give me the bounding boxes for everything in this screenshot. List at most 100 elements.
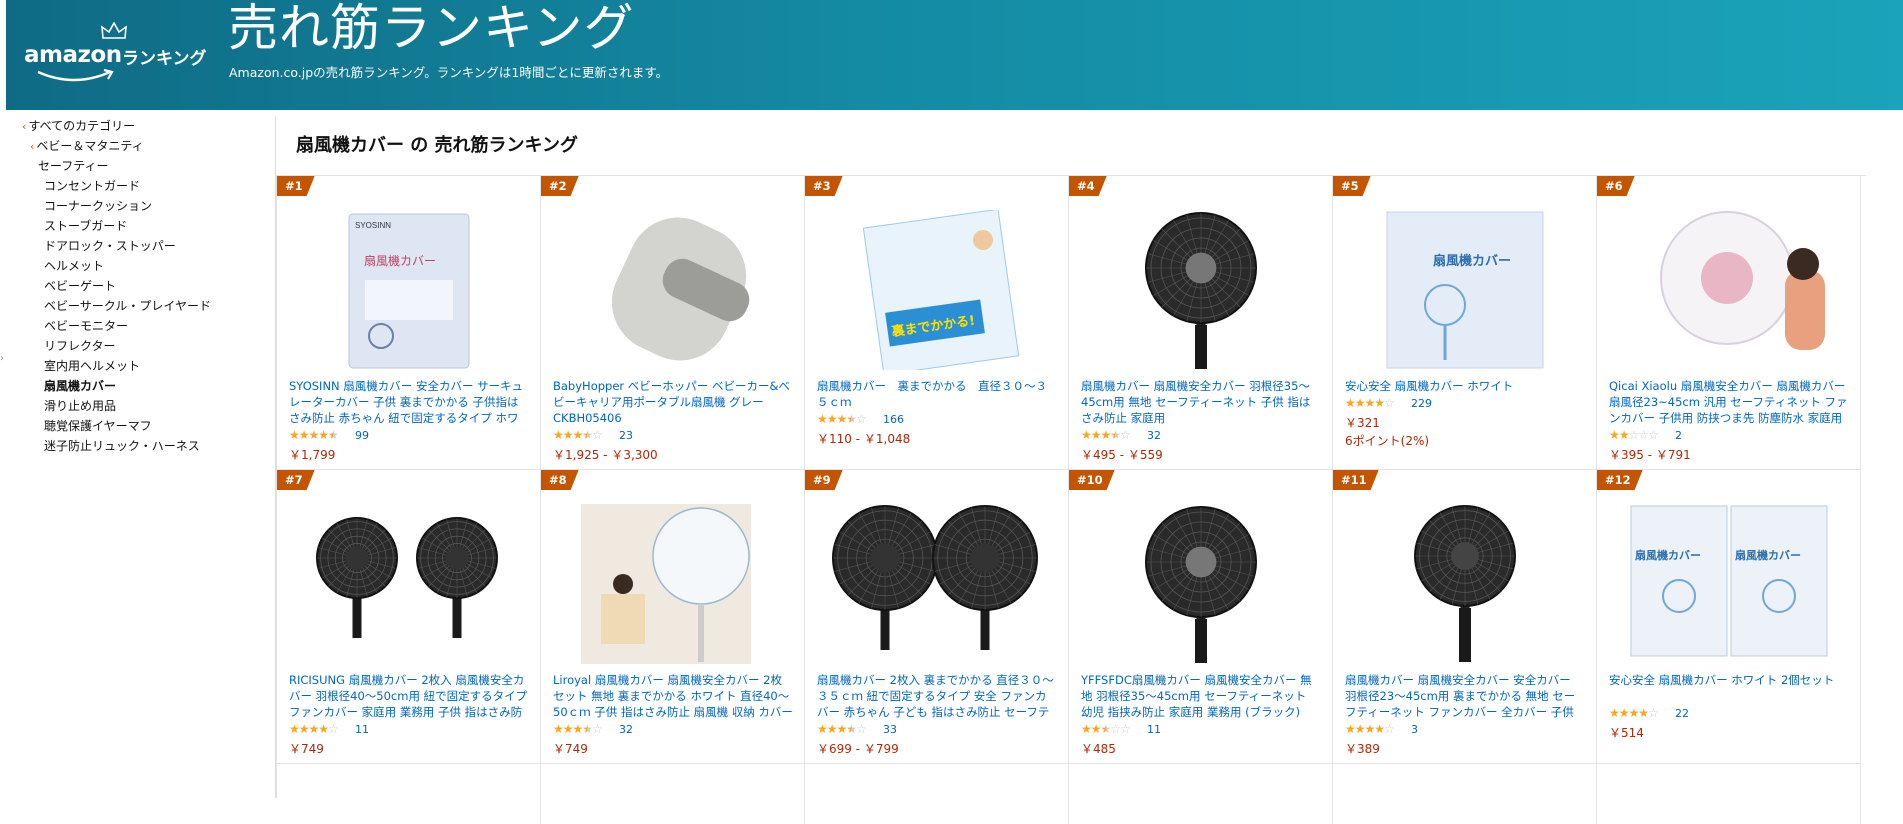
sidebar-category-item[interactable]: ヘルメット <box>22 256 272 276</box>
review-count-link[interactable]: 23 <box>619 429 633 442</box>
product-image[interactable] <box>1069 504 1333 664</box>
review-count-link[interactable]: 33 <box>883 723 897 736</box>
product-card[interactable]: #8 Liroyal 扇風機カバー 扇風機安全カバー 2枚セット 無地 裏までかか… <box>541 470 805 764</box>
rank-badge: #3 <box>805 176 843 196</box>
review-count-link[interactable]: 99 <box>355 429 369 442</box>
sidebar-category-item[interactable]: コンセントガード <box>22 176 272 196</box>
star-rating[interactable]: ★★★★☆ <box>1345 722 1395 736</box>
crown-icon <box>101 22 127 39</box>
product-card[interactable]: #10 YFFSFDC扇風機カバー 扇風機安全カバー 無地 羽根径35～45cm用… <box>1069 470 1333 764</box>
product-title-link[interactable]: SYOSINN 扇風機カバー 安全カバー サーキュレーターカバー 子供 裏までか… <box>289 378 529 426</box>
product-title-link[interactable]: 安心安全 扇風機カバー ホワイト 2個セット <box>1609 672 1849 688</box>
product-price: ￥321 <box>1345 416 1380 430</box>
product-card-partial[interactable] <box>1597 764 1861 824</box>
sidebar-category-item[interactable]: ‹ ベビー＆マタニティ <box>22 136 272 156</box>
sidebar-category-item[interactable]: セーフティー <box>22 156 272 176</box>
sidebar-category-label: すべてのカテゴリー <box>28 119 136 133</box>
sidebar-category-label: 室内用ヘルメット <box>44 359 141 373</box>
sidebar-category-item[interactable]: 室内用ヘルメット <box>22 356 272 376</box>
product-image[interactable] <box>277 504 541 664</box>
star-rating[interactable]: ★★★★☆ <box>289 722 339 736</box>
review-count-link[interactable]: 11 <box>355 723 369 736</box>
product-image[interactable]: 扇風機カバー 扇風機カバー <box>1597 504 1861 664</box>
star-rating[interactable]: ★★☆☆☆ <box>1609 428 1659 442</box>
product-price: ￥749 <box>289 742 324 756</box>
sidebar-category-item[interactable]: ベビーサークル・プレイヤード <box>22 296 272 316</box>
product-title-link[interactable]: Liroyal 扇風機カバー 扇風機安全カバー 2枚セット 無地 裏までかかる … <box>553 672 793 720</box>
rank-badge: #6 <box>1597 176 1635 196</box>
side-edge-arrow-icon[interactable]: › <box>0 353 4 364</box>
product-image[interactable] <box>541 504 805 664</box>
product-card[interactable]: #1 SYOSINN 扇風機カバー SYOSINN 扇風機カバー 安全カバー サーキュ… <box>277 176 541 470</box>
review-count-link[interactable]: 11 <box>1147 723 1161 736</box>
star-rating[interactable]: ★★★★☆ <box>1609 706 1659 720</box>
star-rating[interactable]: ★★★★☆ <box>1081 428 1131 442</box>
points-text: 6ポイント(2%) <box>1345 434 1430 448</box>
product-card[interactable]: #9 扇風機カバー 2枚入 裏までかかる 直径３０～３５ｃｍ 紐で固定するタイプ … <box>805 470 1069 764</box>
product-image[interactable] <box>1597 210 1861 370</box>
product-title-link[interactable]: 扇風機カバー 扇風機安全カバー 安全カバー 羽根径23～45cm用 裏までかかる… <box>1345 672 1585 720</box>
product-card-partial[interactable] <box>541 764 805 824</box>
product-card[interactable]: #7 RICISUNG 扇風機カバー 2枚入 扇風機安全カバー 羽根径40～50c… <box>277 470 541 764</box>
star-rating[interactable]: ★★★★☆ <box>1345 396 1395 410</box>
sidebar-category-item[interactable]: 聴覚保護イヤーマフ <box>22 416 272 436</box>
product-image[interactable] <box>805 504 1069 664</box>
star-rating[interactable]: ★★★★☆ <box>817 412 867 426</box>
product-card[interactable]: #3 裏までかかる! 扇風機カバー 裏までかかる 直径３０～３５ｃｍ ★★★★☆ 166… <box>805 176 1069 470</box>
product-title-link[interactable]: 扇風機カバー 2枚入 裏までかかる 直径３０～３５ｃｍ 紐で固定するタイプ 安全… <box>817 672 1057 720</box>
rank-badge: #9 <box>805 470 843 490</box>
star-rating[interactable]: ★★★★☆ <box>553 428 603 442</box>
product-card-partial[interactable] <box>277 764 541 824</box>
product-card[interactable]: #2 BabyHopper ベビーホッパー ベビーカー&ベビーキャリア用ポータブル… <box>541 176 805 470</box>
product-title-link[interactable]: 扇風機カバー 裏までかかる 直径３０～３５ｃｍ <box>817 378 1057 410</box>
logo-rank-text: ランキング <box>122 49 207 69</box>
product-card-partial[interactable] <box>1069 764 1333 824</box>
review-count-link[interactable]: 2 <box>1675 429 1682 442</box>
review-count-link[interactable]: 22 <box>1675 707 1689 720</box>
product-image[interactable] <box>541 210 805 370</box>
product-image[interactable] <box>1069 210 1333 370</box>
product-card[interactable]: #11 扇風機カバー 扇風機安全カバー 安全カバー 羽根径23～45cm用 裏まで… <box>1333 470 1597 764</box>
product-card-partial[interactable] <box>1333 764 1597 824</box>
product-title-link[interactable]: RICISUNG 扇風機カバー 2枚入 扇風機安全カバー 羽根径40～50cm用… <box>289 672 529 720</box>
review-count-link[interactable]: 3 <box>1411 723 1418 736</box>
sidebar-category-item[interactable]: ベビーモニター <box>22 316 272 336</box>
product-title-link[interactable]: YFFSFDC扇風機カバー 扇風機安全カバー 無地 羽根径35～45cm用 セー… <box>1081 672 1321 720</box>
sidebar-category-item[interactable]: ドアロック・ストッパー <box>22 236 272 256</box>
product-title-link[interactable]: 扇風機カバー 扇風機安全カバー 羽根径35～45cm用 無地 セーフティーネット… <box>1081 378 1321 426</box>
star-rating[interactable]: ★★★☆☆ <box>1081 722 1131 736</box>
amazon-ranking-logo[interactable]: amazon ランキング <box>22 22 222 88</box>
review-count-link[interactable]: 229 <box>1411 397 1432 410</box>
star-rating[interactable]: ★★★★☆ <box>553 722 603 736</box>
sidebar-category-item[interactable]: ‹ すべてのカテゴリー <box>22 116 272 136</box>
product-image[interactable]: SYOSINN 扇風機カバー <box>277 210 541 370</box>
product-card-partial[interactable] <box>805 764 1069 824</box>
sidebar-category-item[interactable]: 滑り止め用品 <box>22 396 272 416</box>
product-image[interactable] <box>1333 504 1597 664</box>
product-card[interactable]: #6 Qicai Xiaolu 扇風機安全カバー 扇風機カバー 扇風径23~45c… <box>1597 176 1861 470</box>
star-rating[interactable]: ★★★★★ <box>289 428 339 442</box>
product-title-link[interactable]: Qicai Xiaolu 扇風機安全カバー 扇風機カバー 扇風径23~45cm … <box>1609 378 1849 426</box>
svg-text:扇風機カバー: 扇風機カバー <box>364 253 436 268</box>
review-count-link[interactable]: 166 <box>883 413 904 426</box>
product-card[interactable]: #4 扇風機カバー 扇風機安全カバー 羽根径35～45cm用 無地 セーフティーネ… <box>1069 176 1333 470</box>
product-card[interactable]: #5 扇風機カバー 安心安全 扇風機カバー ホワイト ★★★★☆ 229 ￥321 6ポイン… <box>1333 176 1597 470</box>
product-title-link[interactable]: 安心安全 扇風機カバー ホワイト <box>1345 378 1585 394</box>
review-count-link[interactable]: 32 <box>619 723 633 736</box>
sidebar-category-item[interactable]: ストーブガード <box>22 216 272 236</box>
sidebar-category-item[interactable]: ベビーゲート <box>22 276 272 296</box>
review-count-link[interactable]: 32 <box>1147 429 1161 442</box>
star-rating[interactable]: ★★★★☆ <box>817 722 867 736</box>
sidebar-category-item[interactable]: 迷子防止リュック・ハーネス <box>22 436 272 456</box>
product-card[interactable]: #12 扇風機カバー 扇風機カバー 安心安全 扇風機カバー ホワイト 2個セット ★★★… <box>1597 470 1861 764</box>
product-title-link[interactable]: BabyHopper ベビーホッパー ベビーカー&ベビーキャリア用ポータブル扇風… <box>553 378 793 426</box>
sidebar-category-item[interactable]: コーナークッション <box>22 196 272 216</box>
rank-badge: #8 <box>541 470 579 490</box>
sidebar-category-item[interactable]: リフレクター <box>22 336 272 356</box>
chevron-left-icon: ‹ <box>30 140 35 153</box>
product-image[interactable]: 裏までかかる! <box>805 208 1069 376</box>
product-price: ￥749 <box>553 742 588 756</box>
sidebar-category-label: コンセントガード <box>44 179 141 193</box>
rank-badge: #1 <box>277 176 315 196</box>
product-image[interactable]: 扇風機カバー <box>1333 210 1597 370</box>
